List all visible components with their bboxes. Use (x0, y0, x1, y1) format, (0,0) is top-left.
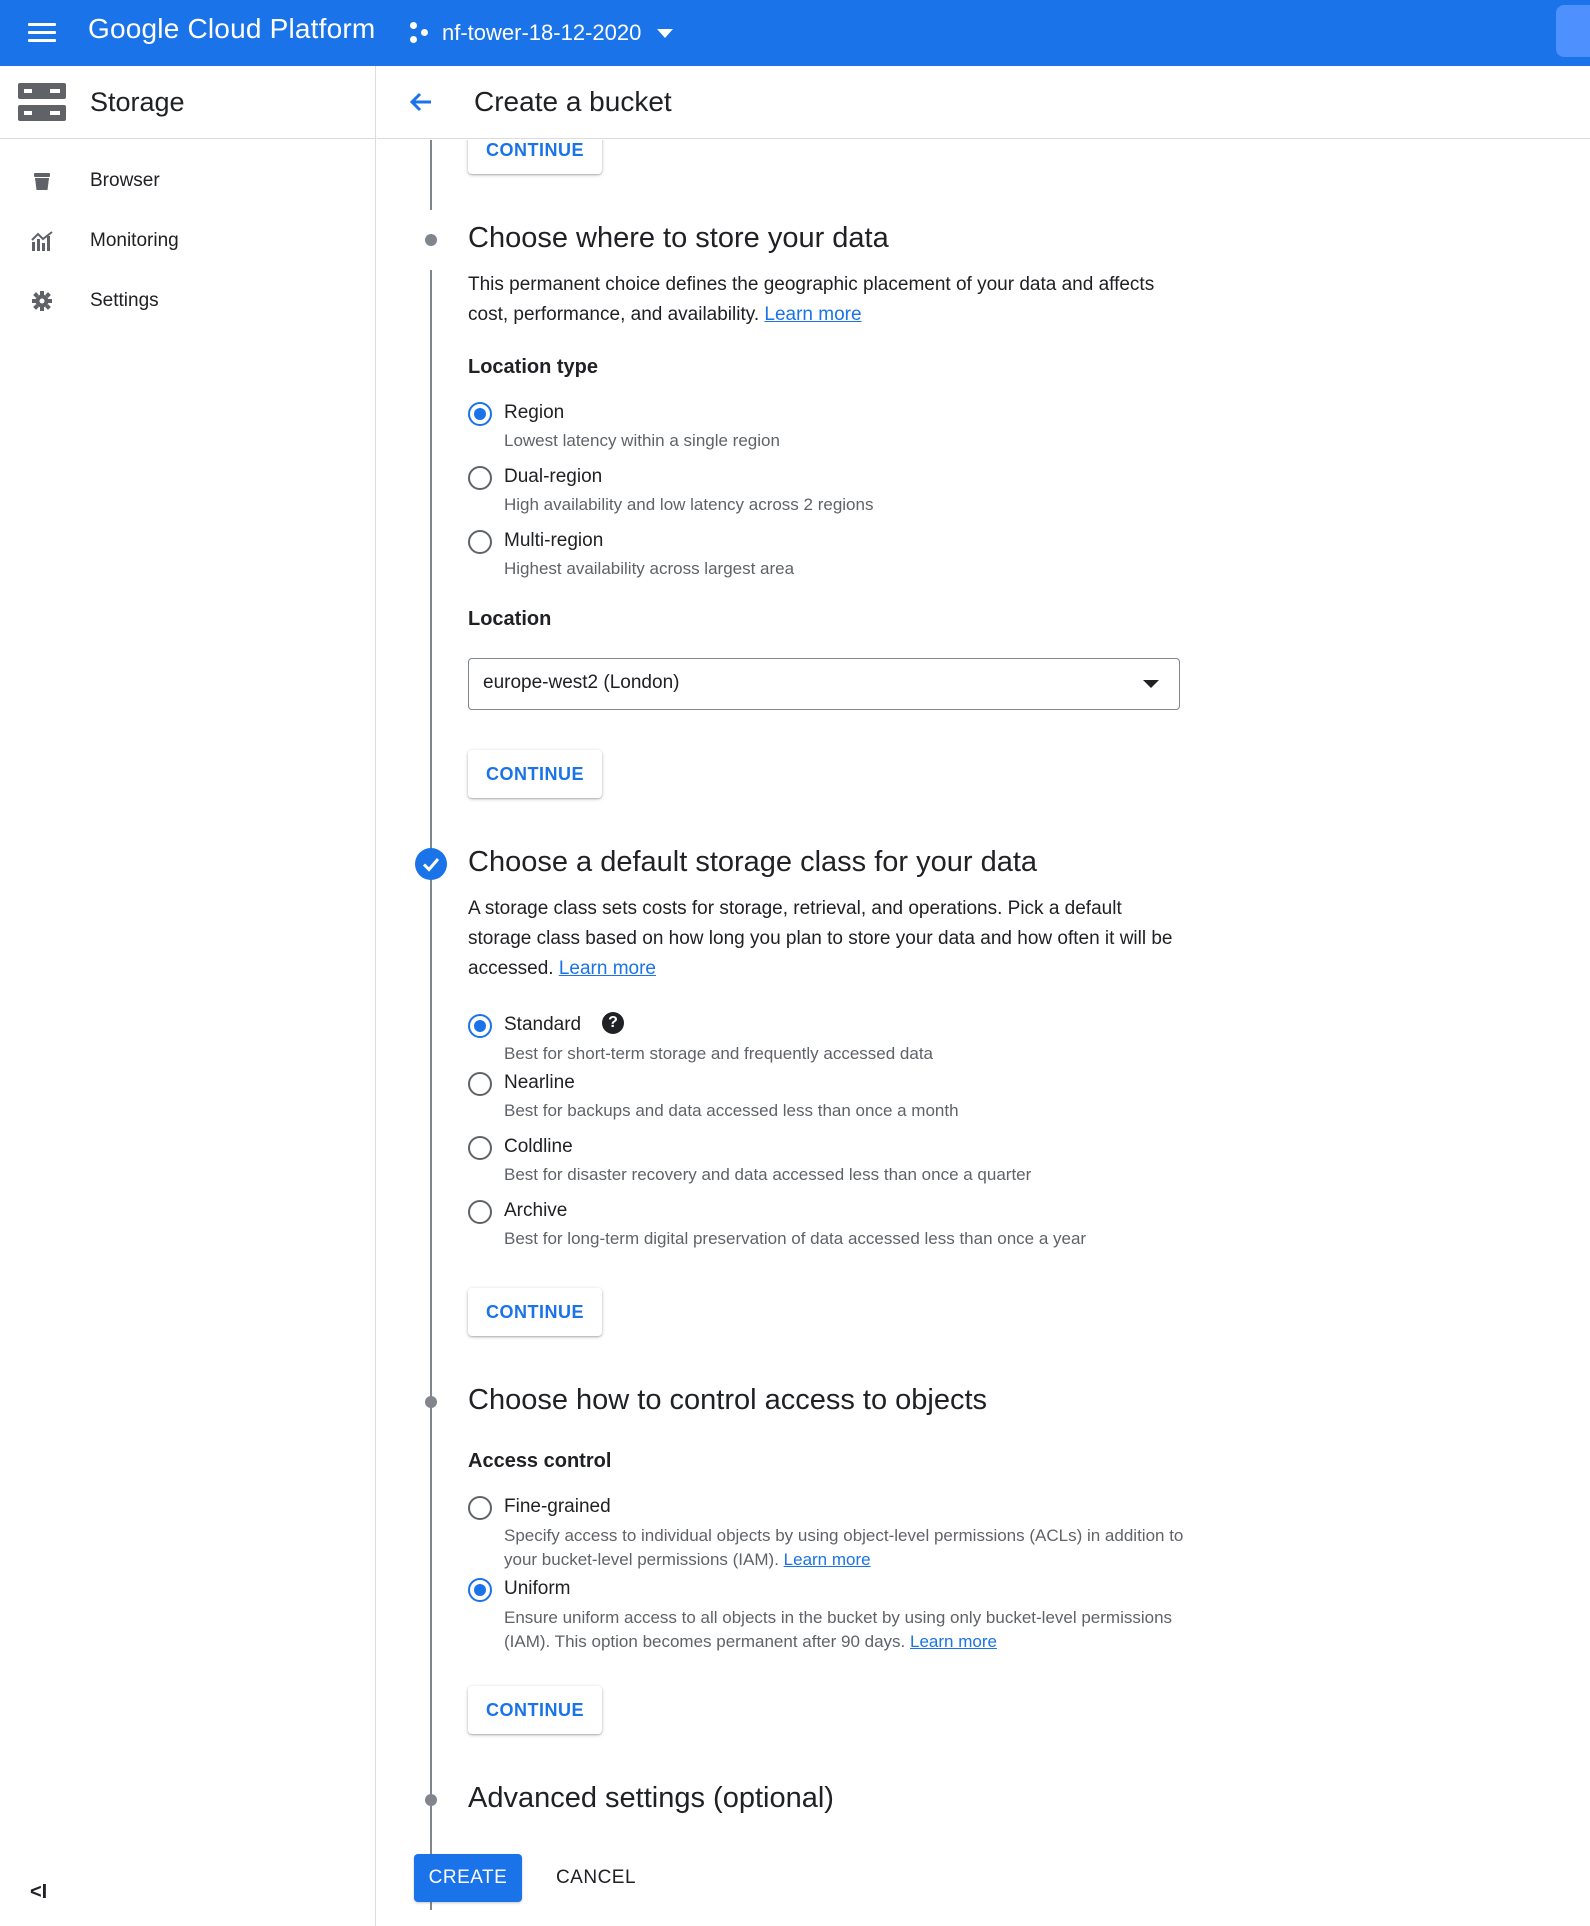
gear-icon (30, 289, 54, 313)
learn-more-link[interactable]: Learn more (784, 1550, 871, 1569)
bucket-icon (30, 169, 54, 193)
page-title: Create a bucket (474, 86, 672, 117)
location-select-value: europe-west2 (London) (483, 672, 680, 693)
sidebar-title: Storage (90, 86, 185, 117)
location-select[interactable]: europe-west2 (London) (468, 658, 1180, 710)
create-bucket-form: CONTINUE Choose where to store your data… (377, 140, 1590, 1926)
sidebar-item-settings[interactable]: Settings (0, 276, 375, 326)
step-title-location: Choose where to store your data (468, 222, 889, 254)
step-connector (430, 1450, 432, 1910)
option-label: Fine-grained (504, 1496, 611, 1517)
arrow-back-icon[interactable] (403, 84, 439, 120)
radio-multi-region[interactable] (468, 530, 492, 554)
option-label: Archive (504, 1200, 568, 1221)
search-button[interactable] (1556, 5, 1590, 57)
radio-dual-region[interactable] (468, 466, 492, 490)
project-name: nf-tower-18-12-2020 (442, 20, 642, 45)
brand-title[interactable]: Google Cloud Platform (88, 13, 375, 45)
step-connector (430, 140, 432, 210)
option-label: Standard (504, 1014, 582, 1035)
sidebar-item-label: Settings (90, 290, 159, 311)
step-title-advanced[interactable]: Advanced settings (optional) (468, 1782, 834, 1815)
option-help: Lowest latency within a single region (504, 431, 780, 450)
continue-button-name-step[interactable]: CONTINUE (468, 140, 602, 174)
project-hub-icon (410, 22, 432, 44)
access-control-label: Access control (468, 1450, 612, 1472)
create-button[interactable]: CREATE (414, 1854, 522, 1902)
option-help: Best for long-term digital preservation … (504, 1229, 1087, 1248)
step-title-access: Choose how to control access to objects (468, 1384, 988, 1416)
cancel-button[interactable]: CANCEL (542, 1854, 650, 1902)
step-indicator (425, 1794, 437, 1806)
continue-button-location[interactable]: CONTINUE (468, 750, 602, 798)
learn-more-link[interactable]: Learn more (764, 304, 861, 325)
help-icon[interactable]: ? (602, 1012, 624, 1034)
dropdown-arrow-icon (1143, 680, 1159, 688)
option-help: High availability and low latency across… (504, 495, 874, 514)
continue-button-access[interactable]: CONTINUE (468, 1686, 602, 1734)
radio-nearline[interactable] (468, 1072, 492, 1096)
step-title-storage-class: Choose a default storage class for your … (468, 846, 1038, 878)
sidebar-item-monitoring[interactable]: Monitoring (0, 216, 375, 266)
chevron-down-icon (657, 28, 674, 38)
option-help: Ensure uniform access to all objects in … (504, 1606, 1184, 1654)
storage-icon (18, 83, 66, 121)
storage-class-description: A storage class sets costs for storage, … (468, 894, 1188, 984)
radio-coldline[interactable] (468, 1136, 492, 1160)
option-label: Region (504, 402, 565, 423)
collapse-sidebar-button[interactable]: <I (30, 1881, 47, 1904)
check-icon (415, 848, 447, 880)
chart-icon (30, 229, 54, 253)
radio-fine-grained[interactable] (468, 1496, 492, 1520)
option-help: Best for backups and data accessed less … (504, 1101, 959, 1120)
option-help-text: Ensure uniform access to all objects in … (504, 1608, 1173, 1651)
option-help: Best for short-term storage and frequent… (504, 1044, 934, 1063)
option-label: Coldline (504, 1136, 573, 1157)
learn-more-link[interactable]: Learn more (559, 958, 656, 979)
radio-uniform[interactable] (468, 1578, 492, 1602)
sidebar: Storage Browser Monitoring Settings <I (0, 66, 376, 1926)
location-type-label: Location type (468, 356, 599, 378)
radio-region[interactable] (468, 402, 492, 426)
location-label: Location (468, 608, 552, 630)
option-label: Multi-region (504, 530, 604, 551)
project-selector[interactable]: nf-tower-18-12-2020 (410, 16, 674, 50)
sidebar-item-label: Monitoring (90, 230, 179, 251)
sidebar-header: Storage (0, 66, 375, 139)
step-connector (430, 895, 432, 1510)
option-label: Uniform (504, 1578, 571, 1599)
step-indicator (425, 1396, 437, 1408)
continue-button-storage-class[interactable]: CONTINUE (468, 1288, 602, 1336)
page-header: Create a bucket (377, 66, 1590, 139)
radio-standard[interactable] (468, 1014, 492, 1038)
top-app-bar: Google Cloud Platform nf-tower-18-12-202… (0, 0, 1590, 66)
location-description: This permanent choice defines the geogra… (468, 270, 1188, 330)
option-help: Specify access to individual objects by … (504, 1524, 1184, 1572)
hamburger-menu-icon[interactable] (24, 18, 60, 48)
learn-more-link[interactable]: Learn more (910, 1632, 997, 1651)
sidebar-item-label: Browser (90, 170, 160, 191)
radio-archive[interactable] (468, 1200, 492, 1224)
option-label: Nearline (504, 1072, 575, 1093)
option-help: Best for disaster recovery and data acce… (504, 1165, 1032, 1184)
option-label: Dual-region (504, 466, 603, 487)
sidebar-item-browser[interactable]: Browser (0, 156, 375, 206)
step-indicator (425, 234, 437, 246)
option-help: Highest availability across largest area (504, 559, 795, 578)
